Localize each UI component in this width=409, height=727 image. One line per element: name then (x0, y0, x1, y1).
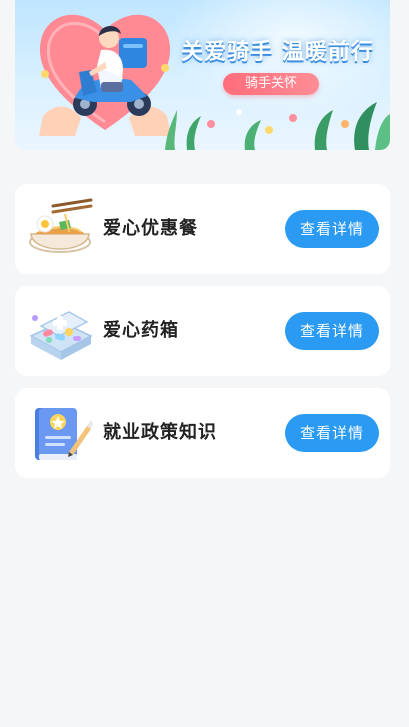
view-details-button[interactable]: 查看详情 (285, 210, 379, 248)
plants-decoration (165, 102, 390, 150)
card-medicine-box[interactable]: 爱心药箱 查看详情 (15, 286, 390, 376)
card-label-discount-meal: 爱心优惠餐 (103, 218, 198, 239)
card-label-employment-policy: 就业政策知识 (103, 422, 217, 443)
medicine-box-icon (29, 311, 93, 360)
rider-care-banner[interactable]: 关爱骑手 温暖前行 骑手关怀 (15, 0, 390, 150)
page: 关爱骑手 温暖前行 骑手关怀 爱心优惠餐 查看详情 爱心药箱 查看详情 就业政策… (0, 0, 409, 727)
policy-book-icon (35, 408, 93, 460)
view-details-button[interactable]: 查看详情 (285, 414, 379, 452)
view-details-button[interactable]: 查看详情 (285, 312, 379, 350)
banner-title: 关爱骑手 温暖前行 (181, 40, 374, 65)
card-discount-meal[interactable]: 爱心优惠餐 查看详情 (15, 184, 390, 274)
card-label-medicine-box: 爱心药箱 (103, 320, 179, 341)
card-employment-policy[interactable]: 就业政策知识 查看详情 (15, 388, 390, 478)
noodle-bowl-icon (29, 198, 93, 253)
